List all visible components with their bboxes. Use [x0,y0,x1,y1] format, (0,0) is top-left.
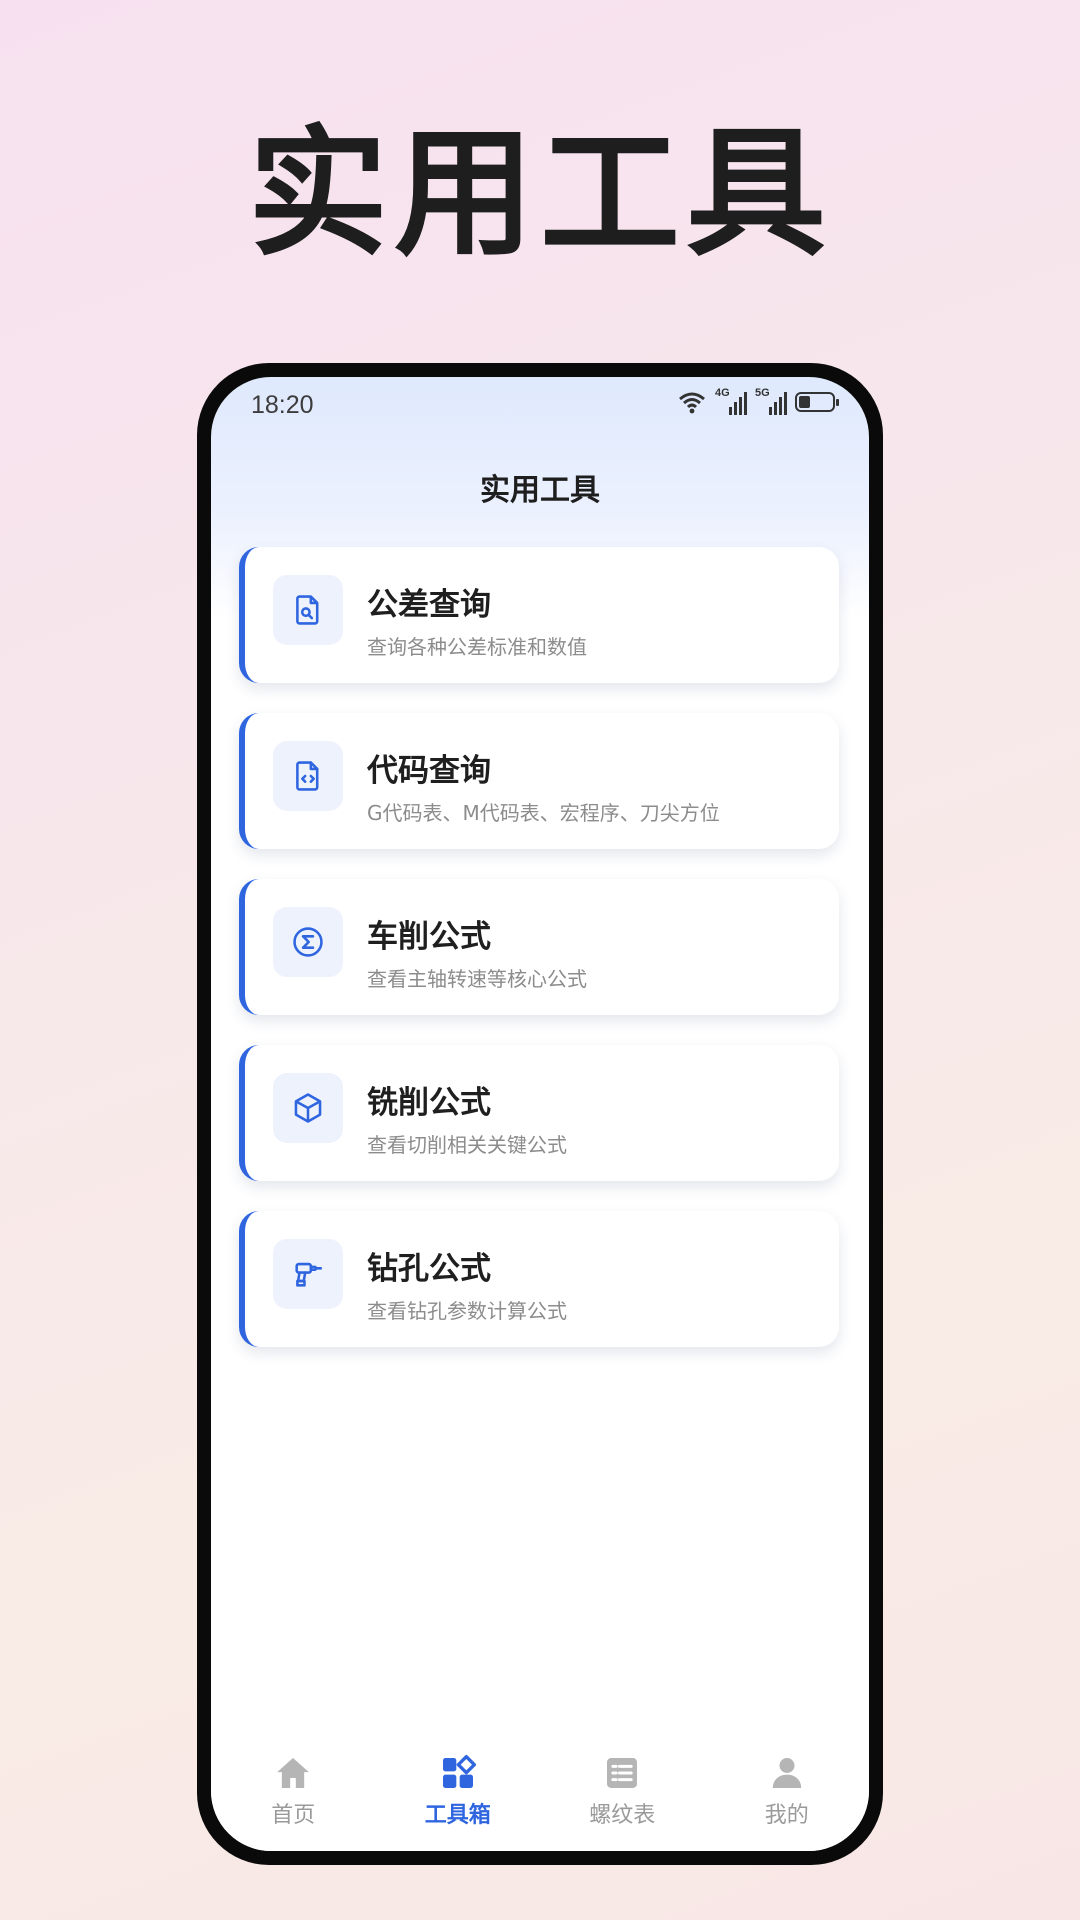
tab-label: 我的 [764,1803,809,1828]
sigma-icon [273,907,343,977]
tool-card-milling[interactable]: 铣削公式 查看切削相关关键公式 [239,1045,839,1181]
status-icons: 4G 5G [677,387,839,415]
tab-home[interactable]: 首页 [223,1753,363,1829]
wifi-icon [679,392,705,414]
battery-icon [795,392,839,412]
tab-toolbox[interactable]: 工具箱 [388,1753,528,1829]
tool-card-code[interactable]: 代码查询 G代码表、M代码表、宏程序、刀尖方位 [239,713,839,849]
tab-label: 首页 [271,1803,316,1828]
document-search-icon [273,575,343,645]
tool-card-turning[interactable]: 车削公式 查看主轴转速等核心公式 [239,879,839,1015]
tool-title: 代码查询 [367,753,491,789]
tool-list: 公差查询 查询各种公差标准和数值 代码查询 G代码表、M代码表、宏程序、刀尖方位 [239,547,839,1377]
tool-card-tolerance[interactable]: 公差查询 查询各种公差标准和数值 [239,547,839,683]
home-icon [277,1758,310,1788]
table-icon [607,1758,638,1788]
phone-screen: 18:20 4G 5G 实用工具 公差查询 查询各种公差标准和数值 代码查询 G… [211,377,869,1851]
tab-label: 螺纹表 [589,1803,656,1828]
status-bar: 18:20 4G 5G [211,377,869,437]
hero-title: 实用工具 [247,113,832,276]
tab-thread-table[interactable]: 螺纹表 [552,1753,692,1829]
cube-icon [273,1073,343,1143]
tool-title: 钻孔公式 [367,1251,491,1287]
tool-title: 公差查询 [367,587,491,623]
page-title: 实用工具 [480,473,600,508]
tool-desc: 查看切削相关关键公式 [367,1133,567,1157]
tool-card-drilling[interactable]: 钻孔公式 查看钻孔参数计算公式 [239,1211,839,1347]
phone-frame: 18:20 4G 5G 实用工具 公差查询 查询各种公差标准和数值 代码查询 G… [197,363,883,1865]
code-file-icon [273,741,343,811]
network-type-4g: 4G [715,387,730,399]
grid-icon [442,1755,476,1788]
tool-title: 车削公式 [367,919,491,955]
tab-profile[interactable]: 我的 [717,1753,857,1829]
tool-desc: G代码表、M代码表、宏程序、刀尖方位 [367,801,720,825]
tool-title: 铣削公式 [367,1085,491,1121]
tab-label: 工具箱 [424,1803,491,1828]
cell-signal-5g-icon: 5G [755,387,787,415]
status-time: 18:20 [251,391,314,419]
network-type-5g: 5G [755,387,770,399]
tool-desc: 查询各种公差标准和数值 [367,635,587,659]
drill-icon [273,1239,343,1309]
tool-desc: 查看主轴转速等核心公式 [367,967,587,991]
bottom-tab-bar: 首页 工具箱 螺纹表 我的 [211,1731,869,1851]
cell-signal-4g-icon: 4G [715,387,747,415]
tool-desc: 查看钻孔参数计算公式 [367,1299,567,1323]
user-icon [772,1758,801,1788]
